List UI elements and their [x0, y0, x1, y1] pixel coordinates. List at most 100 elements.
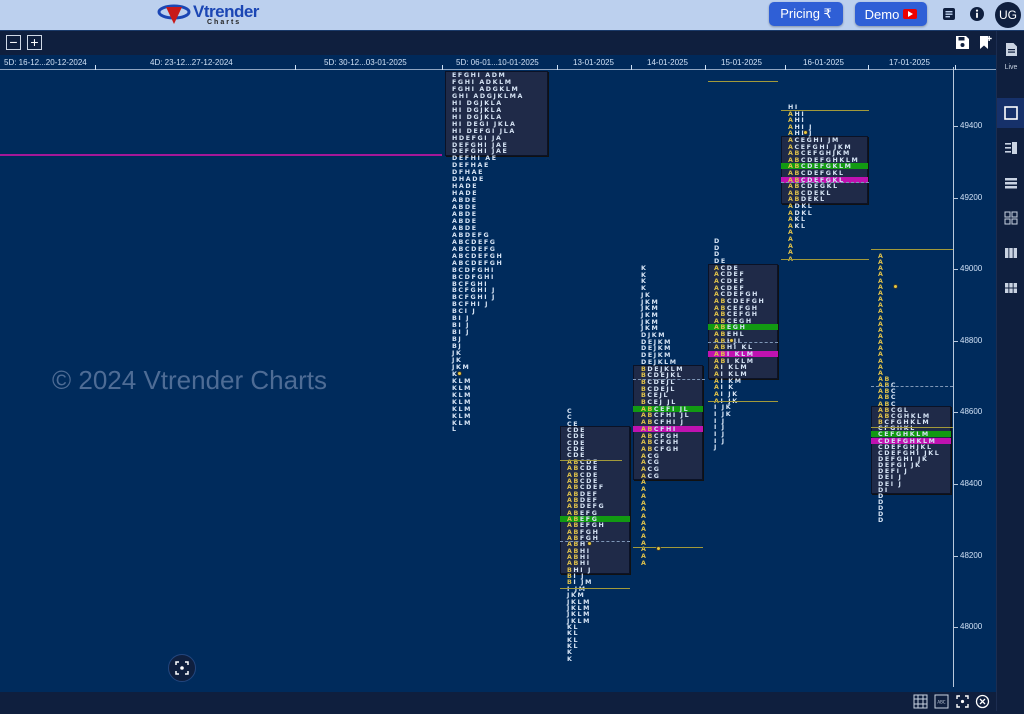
tpo-row: ABDE [452, 211, 478, 218]
date-header-label: 17-01-2025 [889, 58, 930, 67]
date-tick [442, 65, 443, 70]
notes-icon[interactable] [941, 6, 957, 22]
price-tick [953, 197, 958, 199]
vtrender-logo[interactable]: Vtrender Charts [157, 2, 259, 28]
pricing-button[interactable]: Pricing ₹ [769, 2, 843, 26]
tpo-row: GHI ADGJKLMA [452, 92, 524, 100]
date-tick [557, 65, 558, 70]
tpo-row: KLM [452, 398, 472, 406]
date-tick [295, 65, 296, 70]
tpo-row: HI DEGI JKLA [452, 120, 517, 128]
tpo-row: BCDFGHI [452, 273, 495, 281]
tpo-row: FGHI ADGKLM [452, 85, 520, 93]
date-header-label: 5D: 16-12...20-12-2024 [4, 58, 87, 67]
price-tick [953, 484, 958, 485]
tpo-row: ABDE [452, 217, 478, 225]
fit-screen-button[interactable] [168, 654, 196, 682]
price-axis[interactable] [953, 67, 954, 687]
zoom-in-button[interactable]: + [27, 35, 42, 50]
tpo-row: D [878, 517, 885, 525]
ib-range-line [708, 401, 778, 402]
demo-label: Demo [864, 6, 900, 22]
zoom-out-button[interactable]: − [6, 35, 21, 50]
close-circle-icon[interactable] [975, 694, 990, 709]
ib-range-line [871, 249, 953, 250]
tpo-row: BI J [452, 329, 471, 337]
tpo-row: DEFGHI JAE [452, 148, 509, 156]
ib-range-line [633, 547, 703, 548]
ib-range-line [708, 81, 778, 82]
tpo-row: K [567, 655, 574, 663]
svg-text:ABC: ABC [937, 700, 945, 705]
grid-view-icon[interactable] [997, 203, 1024, 233]
tpo-row: BCFHI J [452, 301, 490, 309]
tpo-row: BJ [452, 343, 463, 351]
price-tick [953, 126, 958, 127]
open-price-marker [457, 370, 462, 376]
tpo-row: KLM [452, 384, 472, 392]
open-price-marker [656, 546, 661, 552]
tpo-row: ABDEFG [452, 231, 491, 239]
columns-view-icon[interactable] [997, 238, 1024, 268]
tpo-row: DEFHAE [452, 162, 490, 170]
tpo-row: BJ [452, 336, 463, 344]
text-toggle-icon[interactable]: ABC [934, 694, 949, 709]
date-tick [868, 65, 869, 70]
rows-view-icon[interactable] [997, 168, 1024, 198]
tpo-row: BCFGHI [452, 280, 489, 288]
tpo-row: HI DEFGI JLA [452, 127, 516, 135]
tpo-row: HADE [452, 190, 479, 198]
tpo-row: J [714, 444, 718, 452]
grid-toggle-icon[interactable] [913, 694, 928, 709]
price-label: 48600 [960, 407, 983, 417]
tpo-row: DHADE [452, 176, 485, 184]
price-tick [953, 340, 958, 342]
price-label: 48800 [960, 335, 983, 345]
tpo-row: JK [452, 356, 463, 364]
pricing-label: Pricing ₹ [780, 6, 832, 21]
live-notes-icon[interactable] [997, 35, 1024, 63]
top-navbar: Vtrender Charts Pricing ₹ Demo UG [0, 0, 1024, 31]
price-label: 49000 [960, 264, 983, 274]
dashed-reference-line [560, 541, 630, 542]
date-header-label: 16-01-2025 [803, 58, 844, 67]
tpo-row: ABDE [452, 204, 478, 212]
ib-range-line [560, 588, 630, 589]
youtube-icon [903, 9, 918, 19]
layout-sidebar: Live [996, 31, 1024, 711]
watermark-text: © 2024 Vtrender Charts [52, 365, 327, 395]
demo-button[interactable]: Demo [855, 2, 927, 26]
tpo-row: EFGHI ADM [452, 72, 507, 79]
grid6-view-icon[interactable] [997, 273, 1024, 303]
tpo-row: HI DGJKLA [452, 99, 503, 107]
price-tick [953, 269, 958, 271]
tpo-row: HDEFGI JA [452, 134, 503, 142]
single-view-icon[interactable] [997, 98, 1024, 128]
save-icon[interactable] [955, 35, 970, 50]
fullscreen-focus-icon[interactable] [955, 694, 970, 709]
tpo-row: JKM [452, 363, 471, 371]
date-header-label: 4D: 23-12...27-12-2024 [150, 58, 233, 67]
chart-toolbar: − + [0, 31, 996, 55]
split-view-icon[interactable] [997, 133, 1024, 163]
dashed-reference-line [708, 342, 778, 343]
dashed-reference-line [781, 182, 869, 183]
tpo-row: ABCDEFG [452, 238, 497, 246]
tpo-row: BI J [452, 315, 471, 323]
user-avatar[interactable]: UG [995, 2, 1021, 28]
tpo-row: A [641, 559, 648, 567]
tpo-row: KLM [452, 405, 472, 413]
prior-vpoc-line [0, 154, 442, 156]
tpo-row: BI J [452, 322, 471, 330]
price-tick [953, 627, 958, 629]
focus-icon [175, 661, 189, 675]
bottom-toolbar: ABC [0, 692, 996, 711]
tpo-row: ABDE [452, 224, 478, 232]
info-icon[interactable] [969, 6, 985, 22]
date-header-label: 13-01-2025 [573, 58, 614, 67]
tpo-chart-area[interactable]: 5D: 16-12...20-12-2024 4D: 23-12...27-12-… [0, 55, 996, 692]
bookmark-add-icon[interactable] [978, 35, 993, 50]
tpo-row: DEFGHI JAE [452, 141, 509, 149]
tpo-row: HADE [452, 183, 479, 191]
open-price-marker [729, 337, 734, 343]
